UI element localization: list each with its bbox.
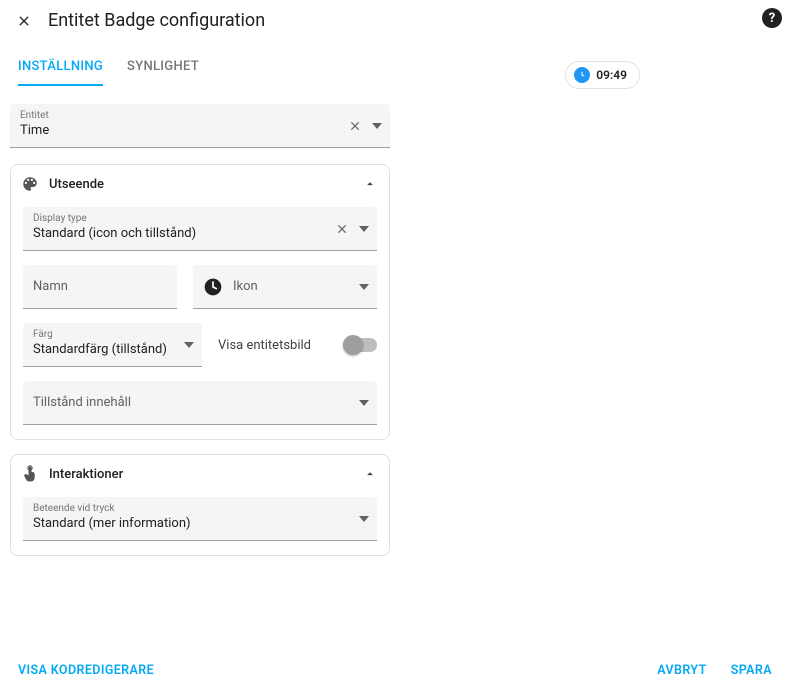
- clear-entity-button[interactable]: [348, 119, 362, 133]
- palette-icon: [21, 175, 39, 193]
- color-label: Färg: [33, 329, 192, 341]
- preview-time: 09:49: [596, 68, 627, 82]
- entity-label: Entitet: [20, 110, 380, 122]
- dropdown-icon: [359, 400, 369, 406]
- dialog-title: Entitet Badge configuration: [48, 10, 265, 31]
- clear-display-type-button[interactable]: [335, 222, 349, 236]
- badge-preview: 09:49: [565, 61, 640, 89]
- name-placeholder: Namn: [33, 279, 167, 294]
- state-content-placeholder: Tillstånd innehåll: [33, 395, 367, 410]
- entity-select[interactable]: Entitet Time: [10, 104, 390, 148]
- tap-value: Standard (mer information): [33, 515, 367, 533]
- tap-label: Beteende vid tryck: [33, 503, 367, 515]
- dropdown-icon: [359, 284, 369, 290]
- color-value: Standardfärg (tillstånd): [33, 341, 192, 359]
- clock-icon: [203, 277, 223, 297]
- dropdown-icon: [372, 123, 382, 129]
- entity-value: Time: [20, 122, 380, 140]
- help-button[interactable]: ?: [762, 8, 782, 28]
- icon-placeholder: Ikon: [233, 279, 367, 294]
- interactions-collapse-button[interactable]: [363, 467, 377, 481]
- appearance-panel: Utseende Display type Standard (icon och…: [10, 164, 390, 440]
- chevron-up-icon: [363, 177, 377, 191]
- show-entity-picture-label: Visa entitetsbild: [218, 338, 311, 353]
- icon-select[interactable]: Ikon: [193, 265, 377, 309]
- appearance-collapse-button[interactable]: [363, 177, 377, 191]
- chevron-up-icon: [363, 467, 377, 481]
- interactions-title: Interaktioner: [49, 467, 123, 482]
- close-icon: [335, 222, 349, 236]
- dropdown-icon: [359, 516, 369, 522]
- close-icon: [348, 119, 362, 133]
- close-icon: [16, 13, 32, 29]
- appearance-title: Utseende: [49, 177, 104, 192]
- tap-behavior-select[interactable]: Beteende vid tryck Standard (mer informa…: [23, 497, 377, 541]
- show-code-editor-button[interactable]: VISA KODREDIGERARE: [18, 663, 154, 678]
- cancel-button[interactable]: AVBRYT: [657, 663, 706, 678]
- save-button[interactable]: SPARA: [731, 663, 772, 678]
- gesture-tap-icon: [21, 465, 39, 483]
- show-entity-picture-toggle[interactable]: [343, 338, 377, 352]
- color-select[interactable]: Färg Standardfärg (tillstånd): [23, 323, 202, 367]
- tab-settings[interactable]: INSTÄLLNING: [18, 59, 103, 86]
- dropdown-icon: [184, 342, 194, 348]
- state-content-select[interactable]: Tillstånd innehåll: [23, 381, 377, 425]
- dropdown-icon: [359, 226, 369, 232]
- interactions-panel: Interaktioner Beteende vid tryck Standar…: [10, 454, 390, 556]
- display-type-label: Display type: [33, 213, 367, 225]
- display-type-select[interactable]: Display type Standard (icon och tillstån…: [23, 207, 377, 251]
- clock-icon: [574, 67, 590, 83]
- name-input[interactable]: Namn: [23, 265, 177, 309]
- tab-visibility[interactable]: SYNLIGHET: [127, 59, 199, 86]
- display-type-value: Standard (icon och tillstånd): [33, 225, 367, 243]
- close-button[interactable]: [14, 11, 34, 31]
